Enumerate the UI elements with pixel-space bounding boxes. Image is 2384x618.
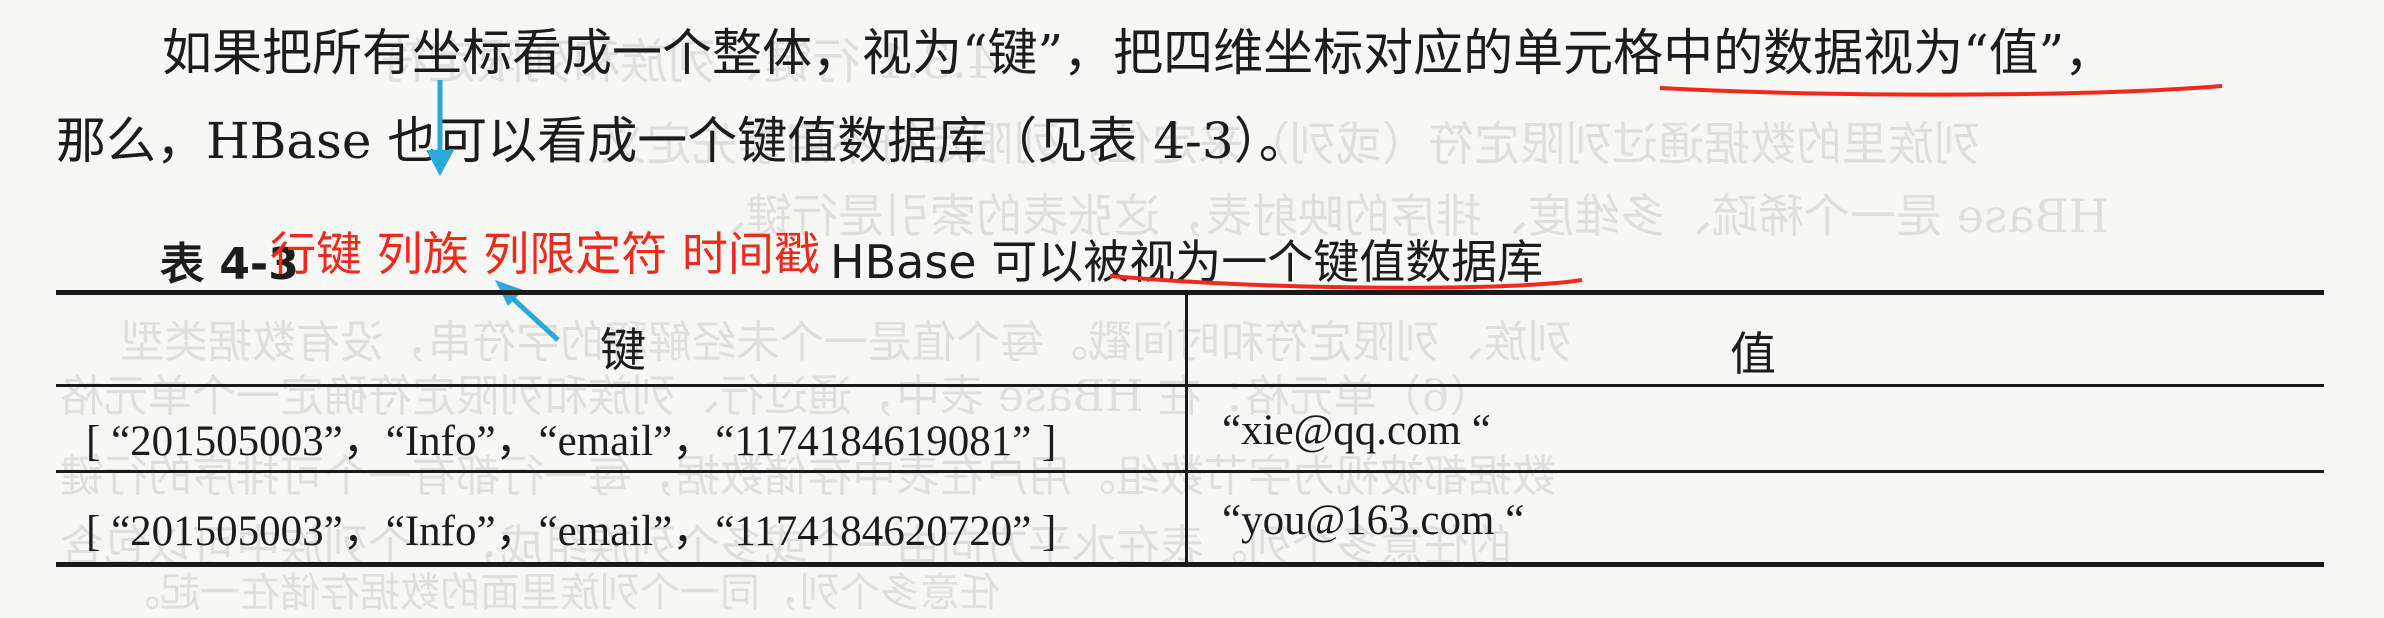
table-cell-value: “xie@qq.com “ [1222,407,1491,454]
table-bottom-rule [56,562,2324,567]
table-cell-key: [ “201505003”，“Info”，“email”，“1174184620… [86,508,1057,555]
table-top-rule [56,290,2324,295]
underline-annotation [1109,274,1583,290]
table-header-rule [56,384,2324,387]
table-row-rule [56,470,2324,473]
table-header-key: 键 [600,323,646,377]
table-cell-value: “you@163.com “ [1222,497,1525,544]
arrow-up-left-icon [495,280,560,342]
arrow-down-icon [426,80,454,176]
table-column-divider [1185,294,1188,564]
table-cell-key: [ “201505003”，“Info”，“email”，“1174184619… [86,418,1057,465]
underline-annotation [1659,84,2223,97]
table-header-value: 值 [1730,327,1776,381]
